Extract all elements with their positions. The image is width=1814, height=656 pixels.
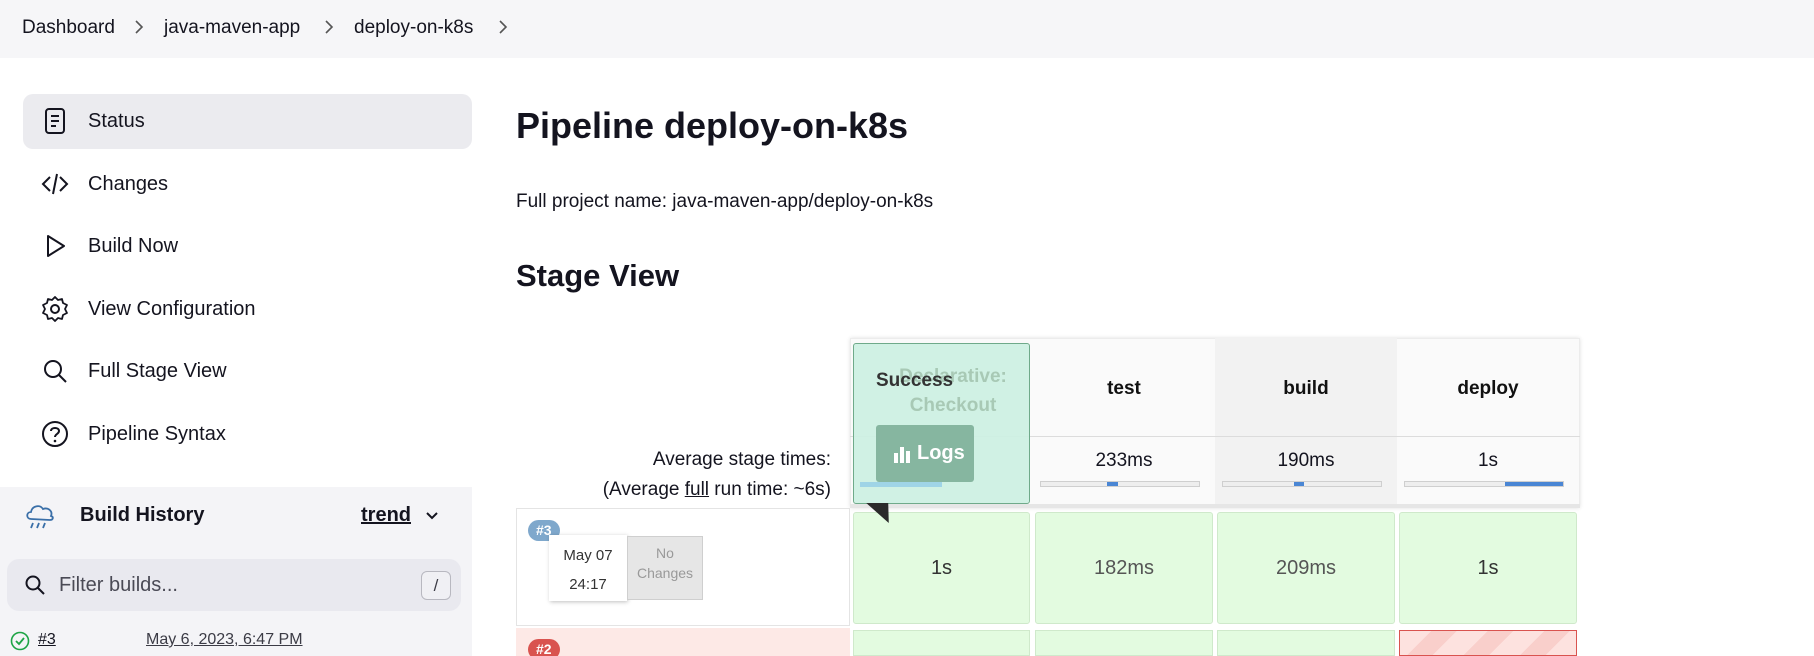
search-icon	[25, 575, 45, 595]
stage-cell[interactable]	[1217, 630, 1395, 656]
build-history-title: Build History	[80, 504, 205, 526]
stage-cell-failed[interactable]	[1399, 630, 1577, 656]
avg-run-prefix: (Average	[602, 479, 685, 500]
stage-time-bar	[1040, 481, 1200, 487]
sidebar-item-changes[interactable]: Changes	[23, 157, 472, 212]
sidebar-item-full-stage-view[interactable]: Full Stage View	[23, 344, 472, 399]
rain-cloud-icon	[26, 505, 54, 529]
chevron-right-icon	[325, 20, 334, 34]
build-number-link[interactable]: #3	[38, 631, 56, 649]
stage-time-bar-fill	[1294, 482, 1304, 486]
sidebar-item-label: Pipeline Syntax	[88, 423, 226, 445]
help-icon	[42, 421, 68, 447]
stage-cell[interactable]: 1s	[853, 512, 1030, 624]
sidebar-item-label: Status	[88, 110, 145, 132]
tooltip-status: Success	[876, 370, 954, 391]
chevron-down-icon[interactable]	[424, 508, 440, 524]
breadcrumb-java-maven-app[interactable]: java-maven-app	[164, 17, 300, 39]
build-date-link[interactable]: May 6, 2023, 6:47 PM	[146, 631, 303, 649]
document-icon	[45, 108, 65, 134]
stage-cell[interactable]	[853, 630, 1030, 656]
avg-run-suffix: run time: ~6s)	[709, 479, 831, 500]
stage-tooltip: Declarative: Checkout SCM Success Logs	[853, 343, 1030, 504]
stage-time-bar-fill	[1107, 482, 1119, 486]
stage-cell[interactable]: 182ms	[1035, 512, 1213, 624]
run-date-box: May 07 24:17	[549, 535, 627, 601]
avg-run-time-label: (Average full run time: ~6s)	[516, 479, 831, 501]
chevron-right-icon[interactable]	[497, 16, 509, 38]
stage-name: build	[1283, 378, 1329, 399]
stage-view-title: Stage View	[516, 258, 680, 293]
stage-time-bar-fill	[860, 482, 942, 487]
breadcrumb-dashboard[interactable]: Dashboard	[22, 17, 115, 39]
sidebar-item-label: View Configuration	[88, 298, 256, 320]
keyboard-shortcut-hint: /	[421, 571, 451, 600]
code-icon	[41, 173, 69, 195]
logs-label: Logs	[917, 442, 965, 464]
stage-name: deploy	[1457, 378, 1519, 399]
sidebar-item-view-configuration[interactable]: View Configuration	[23, 282, 472, 337]
stage-time-bar	[1222, 481, 1382, 487]
stage-time-bar	[1404, 481, 1564, 487]
logs-button[interactable]: Logs	[876, 425, 974, 482]
build-history-panel: Build History trend / #3 May 6, 2023, 6:…	[0, 487, 472, 656]
stage-time-bar-fill	[1504, 482, 1563, 486]
sidebar-item-label: Full Stage View	[88, 360, 227, 382]
filter-builds-field[interactable]: /	[7, 559, 461, 611]
run-badge[interactable]: #2	[528, 639, 560, 656]
full-project-name: Full project name: java-maven-app/deploy…	[516, 191, 934, 212]
sidebar-item-label: Changes	[88, 173, 169, 195]
stage-cell[interactable]: 1s	[1399, 512, 1577, 624]
page-title: Pipeline deploy-on-k8s	[516, 105, 909, 146]
success-check-icon	[10, 631, 30, 651]
full-run-link[interactable]: full	[685, 479, 709, 500]
trend-link[interactable]: trend	[361, 504, 411, 527]
avg-stage-times-label: Average stage times:	[652, 449, 831, 470]
stage-cell[interactable]	[1035, 630, 1213, 656]
sidebar-item-status[interactable]: Status	[23, 94, 472, 149]
stage-cell[interactable]: 209ms	[1217, 512, 1395, 624]
bar-chart-icon	[894, 447, 910, 463]
run-info-cell-failed	[516, 628, 850, 656]
run-time: 24:17	[569, 576, 607, 593]
stage-name: test	[1107, 378, 1141, 399]
no-changes-box: No Changes	[627, 536, 703, 600]
breadcrumb: Dashboard java-maven-app deploy-on-k8s	[0, 0, 1814, 58]
run-date: May 07	[563, 547, 613, 564]
filter-builds-input[interactable]	[59, 569, 389, 601]
header-shadow	[850, 504, 1580, 508]
chevron-right-icon	[135, 20, 144, 34]
sidebar-item-pipeline-syntax[interactable]: Pipeline Syntax	[23, 407, 472, 462]
breadcrumb-deploy-on-k8s[interactable]: deploy-on-k8s	[354, 17, 473, 39]
play-icon	[47, 235, 65, 257]
sidebar-item-build-now[interactable]: Build Now	[23, 219, 472, 274]
sidebar-item-label: Build Now	[88, 235, 179, 257]
gear-icon	[42, 296, 68, 322]
build-history-row[interactable]: #3 May 6, 2023, 6:47 PM	[0, 627, 472, 656]
search-icon	[44, 360, 67, 383]
